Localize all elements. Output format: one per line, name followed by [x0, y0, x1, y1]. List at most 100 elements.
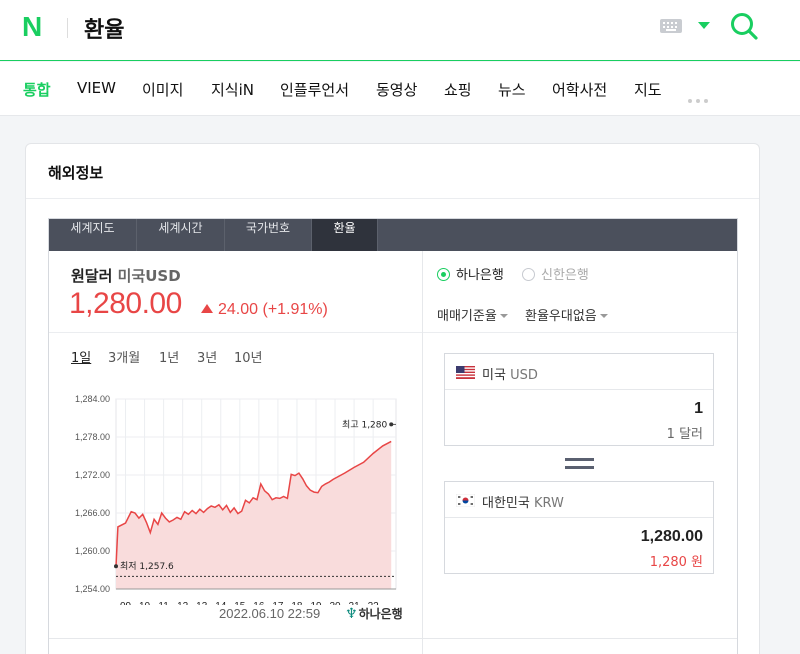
search-query[interactable]: 환율	[84, 12, 124, 44]
rate-change-value: 24.00 (+1.91%)	[218, 301, 328, 318]
x-tick-label: 15	[234, 601, 246, 605]
x-tick-label: 11	[158, 601, 169, 605]
x-tick-label: 20	[329, 601, 341, 605]
up-arrow-icon	[201, 304, 213, 313]
pair-main: 원달러	[71, 267, 113, 285]
nav-item-shopping[interactable]: 쇼핑	[444, 79, 472, 100]
y-tick-label: 1,254.00	[75, 584, 110, 594]
x-tick-label: 10	[139, 601, 151, 605]
period-10y[interactable]: 10년	[234, 347, 263, 366]
currency-code: USD	[510, 368, 538, 383]
equals-icon	[565, 458, 594, 470]
dropdown-label: 매매기준율	[437, 309, 497, 324]
rate-change: 24.00 (+1.91%)	[201, 301, 328, 319]
current-rate: 1,280.00	[69, 287, 182, 320]
tab-world-time[interactable]: 세계시간	[137, 219, 225, 251]
keyboard-icon[interactable]	[660, 19, 682, 33]
y-tick-label: 1,278.00	[75, 432, 110, 442]
nav-item-kin[interactable]: 지식iN	[211, 79, 254, 100]
kr-flag-icon	[456, 494, 475, 507]
caret-down-icon	[499, 314, 508, 318]
country-name: 미국	[482, 368, 506, 383]
logo-divider	[67, 18, 68, 38]
period-1d[interactable]: 1일	[71, 347, 91, 366]
widget-tabs: 세계지도 세계시간 국가번호 환율	[49, 219, 737, 251]
x-tick-label: 13	[196, 601, 208, 605]
nav-item-video[interactable]: 동영상	[376, 79, 417, 100]
search-tabs-nav: 통합 VIEW 이미지 지식iN 인플루언서 동영상 쇼핑 뉴스 어학사전 지도	[0, 62, 800, 116]
from-currency-box: 미국 USD 1 1 달러	[444, 353, 714, 446]
timestamp: 2022.06.10 22:59	[219, 606, 321, 621]
x-tick-label: 17	[272, 601, 284, 605]
to-currency-box: 대한민국 KRW 1,280.00 1,280 원	[444, 481, 714, 574]
nav-item-integrated[interactable]: 통합	[23, 79, 51, 100]
from-currency-selector[interactable]: 미국 USD	[445, 354, 713, 390]
panel-divider	[422, 251, 423, 654]
card-title: 해외정보	[48, 164, 104, 182]
more-icon[interactable]	[688, 88, 712, 107]
search-icon[interactable]	[729, 11, 759, 41]
naver-logo[interactable]: N	[22, 11, 42, 43]
period-3y[interactable]: 3년	[197, 347, 217, 366]
nav-item-map[interactable]: 지도	[634, 79, 662, 100]
exchange-widget: 세계지도 세계시간 국가번호 환율 원달러 미국USD 1,280.00 24.…	[48, 218, 738, 654]
from-currency-name: 미국 USD	[482, 364, 538, 383]
nav-item-dictionary[interactable]: 어학사전	[552, 79, 607, 100]
country-name: 대한민국	[482, 496, 530, 511]
y-tick-label: 1,266.00	[75, 508, 110, 518]
bank-radio-hana[interactable]: 하나은행	[437, 264, 504, 283]
from-amount-input[interactable]: 1	[694, 400, 703, 418]
left-divider	[49, 332, 422, 333]
x-tick-label: 12	[177, 601, 189, 605]
discount-dropdown[interactable]: 환율우대없음	[525, 305, 608, 324]
x-tick-label: 14	[215, 601, 227, 605]
x-tick-label: 09	[120, 601, 132, 605]
radio-checked-icon	[437, 268, 450, 281]
pair-sub: 미국USD	[117, 267, 181, 285]
hana-bank-icon: ♆	[345, 606, 358, 622]
header: N 환율	[0, 0, 800, 61]
overseas-info-card: 해외정보 세계지도 세계시간 국가번호 환율 원달러 미국USD 1,280.0…	[25, 143, 760, 654]
tab-world-map[interactable]: 세계지도	[49, 219, 137, 251]
currency-pair-title: 원달러 미국USD	[71, 265, 181, 286]
x-tick-label: 18	[291, 601, 303, 605]
min-label: 최저 1,257.6	[120, 561, 174, 572]
caret-down-icon	[599, 314, 608, 318]
us-flag-icon	[456, 366, 475, 379]
max-label: 최고 1,280	[342, 419, 387, 430]
right-divider	[423, 332, 737, 333]
source-bank-logo: ♆하나은행	[345, 605, 403, 622]
currency-code: KRW	[533, 496, 564, 511]
nav-item-influencer[interactable]: 인플루언서	[280, 79, 349, 100]
bank-radio-label: 하나은행	[456, 268, 504, 283]
x-tick-label: 16	[253, 601, 265, 605]
period-3m[interactable]: 3개월	[108, 347, 140, 366]
rate-chart[interactable]: 1,284.00 1,278.00 1,272.00 1,266.00 1,260.00…	[49, 369, 422, 605]
autocomplete-toggle-icon[interactable]	[698, 22, 710, 29]
x-tick-label: 19	[310, 601, 322, 605]
period-1y[interactable]: 1년	[159, 347, 179, 366]
nav-item-news[interactable]: 뉴스	[498, 79, 526, 100]
bank-radio-shinhan[interactable]: 신한은행	[522, 264, 589, 283]
card-divider	[26, 198, 759, 199]
tab-country-code[interactable]: 국가번호	[225, 219, 312, 251]
nav-item-image[interactable]: 이미지	[142, 79, 183, 100]
nav-item-view[interactable]: VIEW	[77, 79, 116, 97]
min-point	[114, 564, 118, 569]
tab-exchange-rate[interactable]: 환율	[312, 219, 378, 251]
bank-radio-label: 신한은행	[541, 268, 589, 283]
y-tick-label: 1,272.00	[75, 470, 110, 480]
dropdown-label: 환율우대없음	[525, 309, 597, 324]
to-amount-words: 1,280 원	[649, 555, 703, 570]
radio-unchecked-icon	[522, 268, 535, 281]
y-tick-label: 1,284.00	[75, 394, 110, 404]
max-point	[389, 422, 394, 427]
rate-type-dropdown[interactable]: 매매기준율	[437, 305, 508, 324]
widget-bottom-divider	[49, 638, 737, 639]
to-amount-input[interactable]: 1,280.00	[641, 528, 703, 546]
from-amount-words: 1 달러	[666, 427, 703, 442]
y-tick-label: 1,260.00	[75, 546, 110, 556]
source-bank-name: 하나은행	[358, 607, 403, 621]
to-currency-selector[interactable]: 대한민국 KRW	[445, 482, 713, 518]
to-currency-name: 대한민국 KRW	[482, 492, 564, 511]
